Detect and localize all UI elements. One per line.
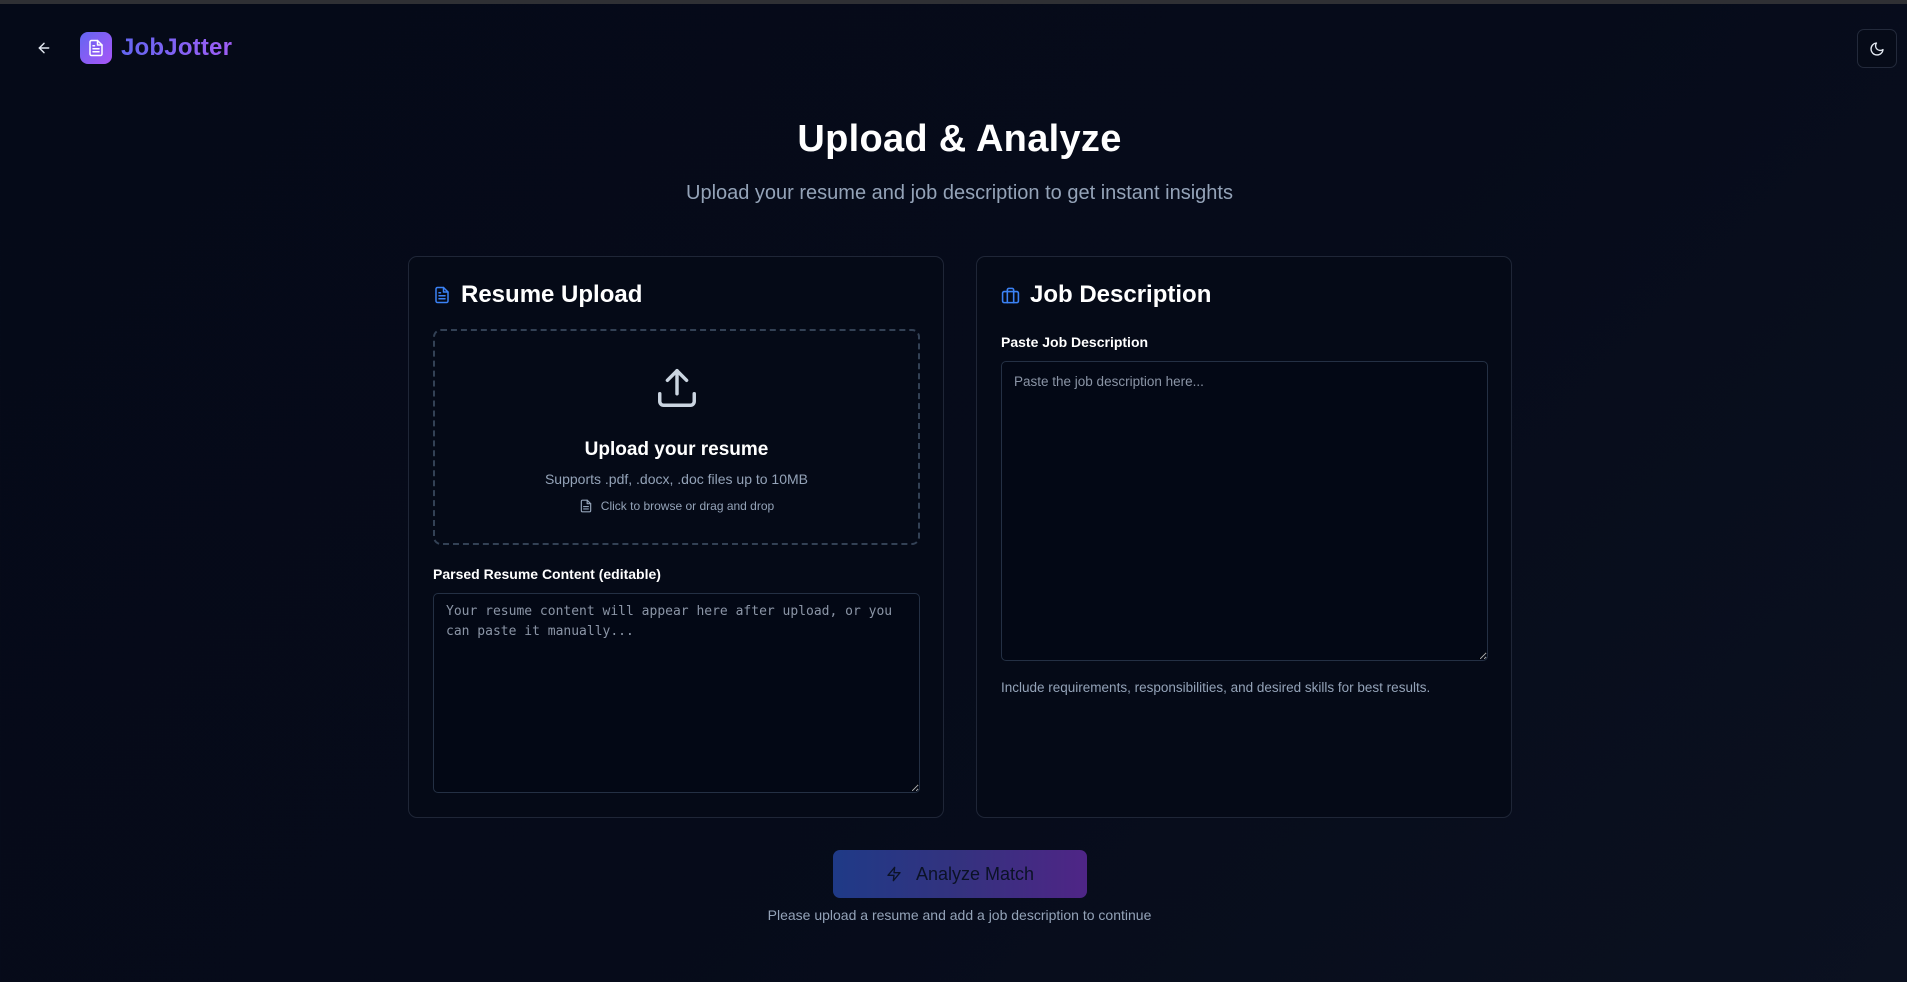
analyze-match-button[interactable]: Analyze Match [833,850,1087,898]
resume-card-title: Resume Upload [461,281,643,308]
continue-hint: Please upload a resume and add a job des… [767,907,1152,923]
zap-icon [887,866,901,882]
upload-icon [658,369,696,407]
file-icon [580,499,592,513]
moon-icon [1870,41,1884,56]
page-subtitle: Upload your resume and job description t… [686,182,1233,204]
theme-toggle-button[interactable] [1857,29,1897,68]
back-button[interactable] [28,36,60,60]
job-card-title: Job Description [1030,281,1212,308]
upload-hint: Click to browse or drag and drop [435,499,918,513]
analyze-match-label: Analyze Match [915,863,1035,884]
job-description-label: Paste Job Description [1001,334,1149,350]
job-card-header: Job Description [1001,281,1211,309]
upload-supported-formats: Supports .pdf, .docx, .doc files up to 1… [544,471,809,487]
page-title: Upload & Analyze [797,118,1122,160]
briefcase-icon [1001,287,1020,303]
brand-logo [80,32,112,64]
resume-card-header: Resume Upload [433,281,642,309]
file-text-icon [89,39,103,57]
upload-hint-text: Click to browse or drag and drop [600,499,775,513]
job-description-card: Job Description Paste Job Description In… [976,256,1512,818]
parsed-resume-textarea[interactable] [433,593,920,793]
resume-dropzone[interactable]: Upload your resume Supports .pdf, .docx,… [433,329,920,545]
upload-title: Upload your resume [584,439,769,460]
parsed-resume-label: Parsed Resume Content (editable) [433,566,661,582]
file-text-icon [435,286,449,304]
job-description-helper: Include requirements, responsibilities, … [1001,680,1431,695]
brand-name: JobJotter [121,34,233,61]
job-description-textarea[interactable] [1001,361,1488,661]
arrow-left-icon [38,42,50,54]
window-top-border [0,0,1907,4]
resume-upload-card: Resume Upload Upload your resume Support… [408,256,944,818]
brand[interactable]: JobJotter [80,32,232,64]
